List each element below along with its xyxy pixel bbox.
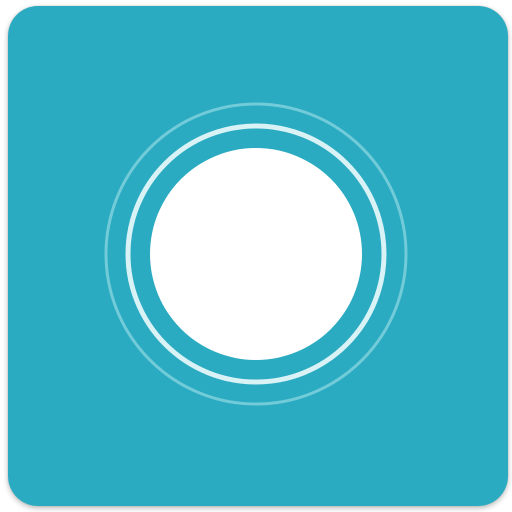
app-icon[interactable] (8, 6, 508, 506)
voice-assistant-ring-icon (8, 6, 508, 506)
stage (0, 0, 512, 512)
center-circle (150, 148, 362, 360)
